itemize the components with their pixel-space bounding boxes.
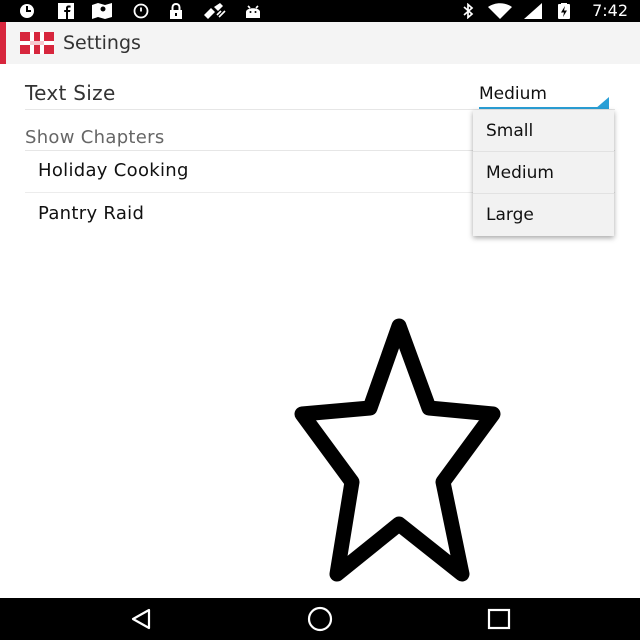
navigation-bar	[0, 598, 640, 640]
page-title: Settings	[63, 32, 141, 54]
bluetooth-icon	[458, 3, 478, 19]
text-size-row: Text Size Medium	[25, 64, 615, 110]
show-chapters-header: Show Chapters	[25, 127, 165, 148]
dropdown-option-label: Medium	[486, 163, 554, 183]
star-outline-icon	[290, 314, 510, 584]
dropdown-option-label: Small	[486, 121, 534, 141]
action-bar-accent	[0, 22, 6, 64]
lock-icon	[166, 3, 186, 19]
dropdown-option-medium[interactable]: Medium	[473, 152, 614, 194]
back-icon[interactable]	[121, 606, 161, 632]
signal-icon	[522, 3, 544, 19]
maps-icon	[90, 3, 114, 19]
spinner-arrow-icon	[595, 97, 609, 109]
home-icon[interactable]	[300, 606, 340, 632]
spinner-underline	[479, 107, 609, 109]
text-size-dropdown: Small Medium Large	[473, 110, 614, 236]
app-logo-icon[interactable]	[20, 32, 54, 54]
status-time: 7:42	[592, 1, 628, 20]
dropdown-option-small[interactable]: Small	[473, 110, 614, 152]
alarm-icon	[130, 3, 152, 19]
android-icon	[242, 3, 264, 19]
clock-icon	[14, 3, 40, 19]
text-size-selected: Medium	[479, 84, 547, 104]
recents-icon[interactable]	[479, 606, 519, 632]
dropdown-option-label: Large	[486, 205, 534, 225]
wifi-icon	[486, 3, 514, 19]
chapter-item-label: Holiday Cooking	[38, 160, 189, 181]
text-size-spinner[interactable]: Medium	[479, 82, 609, 110]
facebook-icon	[56, 3, 76, 19]
chapter-item-label: Pantry Raid	[38, 203, 145, 224]
status-bar: 7:42	[0, 0, 640, 22]
dropdown-option-large[interactable]: Large	[473, 194, 614, 236]
satellite-icon	[200, 3, 228, 19]
action-bar: Settings	[0, 22, 640, 64]
battery-charging-icon	[554, 3, 574, 19]
text-size-label: Text Size	[25, 81, 116, 105]
